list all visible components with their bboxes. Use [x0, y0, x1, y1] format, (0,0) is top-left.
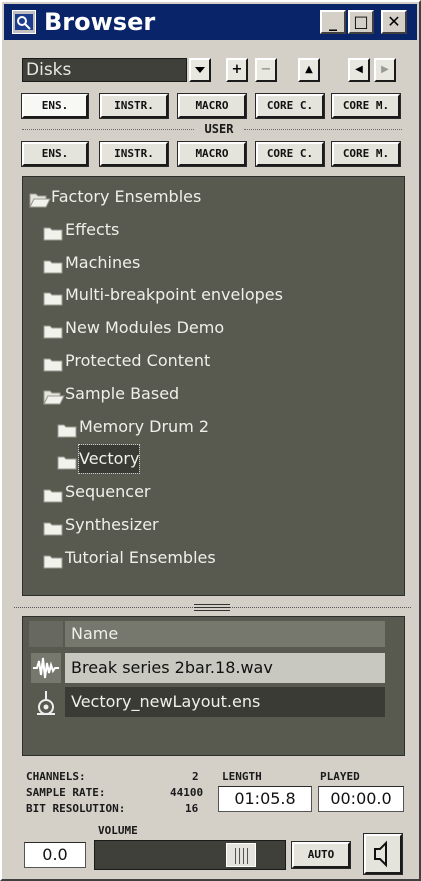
forward-button[interactable]: ▶: [374, 58, 396, 82]
list-header-icon-column: [29, 621, 63, 647]
volume-slider-thumb[interactable]: [226, 843, 256, 867]
source-select[interactable]: Disks: [22, 58, 187, 82]
tree-item-label: Factory Ensembles: [51, 187, 202, 206]
folder-icon: [43, 353, 63, 381]
speaker-icon: [374, 840, 387, 868]
back-button[interactable]: ◀: [348, 58, 370, 82]
tree-item-label: Vectory: [77, 444, 141, 475]
played-value: 00:00.0: [318, 786, 404, 812]
window-title: Browser: [44, 8, 156, 36]
folder-icon: [43, 287, 63, 315]
bit-resolution-label: BIT RESOLUTION:: [26, 802, 126, 815]
length-value: 01:05.8: [218, 786, 312, 812]
tree-item-label: Memory Drum 2: [79, 416, 210, 436]
tree-item-label: Machines: [65, 252, 141, 272]
maximize-button[interactable]: □: [348, 10, 374, 34]
folder-icon: [43, 517, 63, 545]
tree-item-label: Sample Based: [65, 383, 180, 403]
played-label: PLAYED: [320, 770, 360, 783]
file-list-row[interactable]: Break series 2bar.18.wav: [65, 653, 385, 683]
source-dropdown-arrow[interactable]: [189, 58, 211, 82]
file-list-row[interactable]: Vectory_newLayout.ens: [65, 687, 385, 717]
remove-button[interactable]: −: [255, 58, 277, 82]
folder-icon: [57, 419, 77, 447]
channels-label: CHANNELS:: [26, 770, 86, 783]
speaker-button[interactable]: [363, 833, 403, 875]
user-section-label: USER: [204, 122, 234, 136]
pane-splitter[interactable]: [14, 602, 411, 614]
folder-tree[interactable]: Factory Ensembles Effects Machines Multi-br…: [22, 176, 405, 596]
up-folder-button[interactable]: ▲: [298, 58, 320, 82]
tree-item-label: Multi-breakpoint envelopes: [65, 285, 283, 305]
sample-rate-value: 44100: [170, 786, 204, 799]
user-tab-core-c[interactable]: CORE C.: [255, 141, 325, 167]
volume-slider[interactable]: [94, 840, 286, 870]
factory-tab-macro[interactable]: MACRO: [177, 93, 247, 119]
splitter-grip-icon[interactable]: [194, 602, 230, 612]
tree-item-label: Effects: [65, 219, 120, 239]
factory-tab-core-c[interactable]: CORE C.: [255, 93, 325, 119]
browser-app-icon: [12, 10, 36, 34]
waveform-icon: [31, 653, 61, 683]
tree-item-label: Sequencer: [65, 482, 151, 502]
folder-icon: [43, 255, 63, 283]
folder-icon: [43, 222, 63, 250]
ensemble-icon: [31, 687, 61, 717]
file-list[interactable]: Name Break series 2bar.18.wav Vectory_new…: [22, 616, 405, 756]
volume-label: VOLUME: [98, 824, 138, 837]
folder-icon: [43, 550, 63, 578]
add-button[interactable]: +: [226, 58, 248, 82]
name-column-header[interactable]: Name: [65, 621, 385, 647]
tree-item-label: New Modules Demo: [65, 318, 225, 338]
user-tab-instr[interactable]: INSTR.: [99, 141, 169, 167]
factory-tab-ens[interactable]: ENS.: [21, 93, 89, 119]
tree-item-label: Synthesizer: [65, 515, 159, 534]
channels-value: 2: [192, 770, 199, 783]
minimize-button[interactable]: _: [320, 10, 346, 34]
tree-item-label: Protected Content: [65, 351, 211, 370]
user-tab-ens[interactable]: ENS.: [21, 141, 89, 167]
auto-button[interactable]: AUTO: [291, 841, 351, 869]
folder-icon: [43, 320, 63, 348]
factory-tab-core-m[interactable]: CORE M.: [331, 93, 401, 119]
source-select-value: Disks: [26, 60, 72, 80]
user-tab-core-m[interactable]: CORE M.: [331, 141, 401, 167]
folder-open-icon: [29, 189, 51, 217]
folder-icon: [43, 484, 63, 512]
volume-input[interactable]: 0.0: [24, 842, 86, 868]
length-label: LENGTH: [222, 770, 262, 783]
factory-tab-instr[interactable]: INSTR.: [99, 93, 169, 119]
title-bar[interactable]: Browser _ □ ✕: [4, 4, 417, 40]
user-tab-macro[interactable]: MACRO: [177, 141, 247, 167]
folder-icon: [57, 451, 77, 479]
close-button[interactable]: ✕: [381, 10, 407, 34]
folder-open-icon: [43, 386, 65, 414]
bit-resolution-value: 16: [185, 802, 199, 815]
user-section-divider: USER: [22, 122, 402, 136]
chevron-down-icon: [195, 67, 205, 73]
browser-window: Browser _ □ ✕ Disks + − ▲ ◀ ▶ ENS. INSTR.…: [0, 0, 421, 881]
tree-item-label: Tutorial Ensembles: [65, 547, 216, 567]
sample-rate-label: SAMPLE RATE:: [26, 786, 106, 799]
